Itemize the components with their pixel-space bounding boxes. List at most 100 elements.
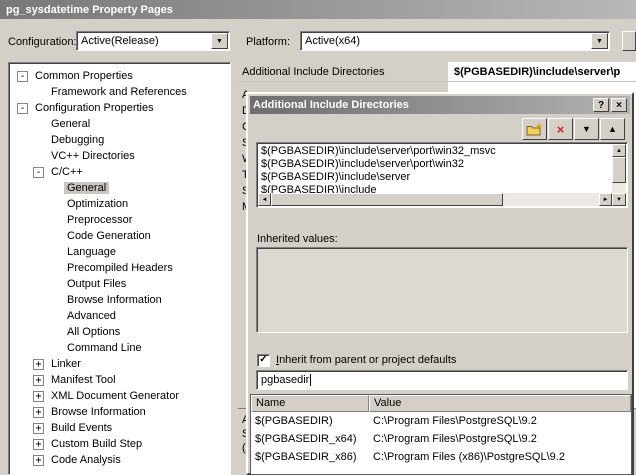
close-button[interactable]: × [611, 98, 627, 112]
tree-expand-icon[interactable]: + [33, 390, 44, 402]
tree-item[interactable]: Advanced [9, 308, 230, 324]
macro-value: C:\Program Files\PostgreSQL\9.2 [373, 415, 537, 427]
tree-item[interactable]: + Build Events [9, 420, 230, 436]
tree-item[interactable]: - Configuration Properties [9, 100, 230, 116]
dialog-toolbar: × ▼ ▲ [522, 118, 625, 140]
tree-item-label: Code Generation [67, 230, 151, 242]
property-row-value: $(PGBASEDIR)\include\server\p [454, 65, 621, 78]
tree-item-label: Custom Build Step [51, 438, 143, 450]
tree-item[interactable]: Output Files [9, 276, 230, 292]
arrow-down-icon: ▼ [582, 123, 591, 134]
vertical-scrollbar[interactable]: ▲ ▼ [612, 144, 626, 206]
directory-input[interactable]: pgbasedir [256, 370, 628, 390]
window-titlebar[interactable]: pg_sysdatetime Property Pages [0, 0, 636, 19]
directory-input-value: pgbasedir [261, 374, 310, 386]
tree-expand-icon[interactable]: + [33, 422, 44, 434]
delete-button[interactable]: × [548, 118, 573, 140]
tree-item[interactable]: Framework and References [9, 84, 230, 100]
scroll-right-icon: ► [602, 196, 609, 203]
list-item[interactable]: $(PGBASEDIR)\include\server\port\win32 [259, 158, 612, 171]
scroll-left-button[interactable]: ◄ [258, 193, 271, 206]
help-button[interactable]: ? [593, 98, 609, 112]
tree-item-label: Output Files [67, 278, 127, 290]
tree-expand-icon[interactable]: + [33, 374, 44, 386]
tree-item[interactable]: - Common Properties [9, 68, 230, 84]
tree-item[interactable]: Preprocessor [9, 212, 230, 228]
scroll-right-button[interactable]: ► [599, 193, 612, 206]
tree-expand-icon[interactable]: + [33, 454, 44, 466]
tree-item[interactable]: VC++ Directories [9, 148, 230, 164]
platform-value: Active(x64) [305, 35, 361, 47]
inherit-checkbox-label: Inherit from parent or project defaults [276, 354, 456, 366]
tree-item[interactable]: + Custom Build Step [9, 436, 230, 452]
new-folder-icon [526, 122, 543, 135]
inherited-values-box[interactable] [256, 247, 628, 333]
vertical-scrollbar-thumb[interactable] [612, 157, 626, 183]
window-title: pg_sysdatetime Property Pages [6, 3, 173, 16]
inherit-checkbox-row[interactable]: ✓ Inherit from parent or project default… [257, 353, 456, 367]
macro-name: $(PGBASEDIR_x64) [255, 433, 357, 445]
tree-expand-icon[interactable]: - [17, 70, 28, 82]
tree-expand-icon[interactable]: + [33, 358, 44, 370]
tree-item[interactable]: Precompiled Headers [9, 260, 230, 276]
macro-name: $(PGBASEDIR_x86) [255, 451, 357, 463]
dialog-titlebar[interactable]: Additional Include Directories ? × [250, 96, 630, 114]
tree-item[interactable]: + Browse Information [9, 404, 230, 420]
list-item[interactable]: $(PGBASEDIR)\include\server\port\win32_m… [259, 145, 612, 158]
new-line-button[interactable] [522, 118, 547, 140]
clipped-button[interactable] [622, 31, 636, 51]
chevron-down-icon[interactable]: ▼ [591, 33, 608, 49]
horizontal-scrollbar[interactable]: ◄ ► [258, 193, 612, 206]
tree-item[interactable]: Code Generation [9, 228, 230, 244]
tree-item[interactable]: Command Line [9, 340, 230, 356]
column-header-value[interactable]: Value [369, 395, 631, 412]
macro-value: C:\Program Files\PostgreSQL\9.2 [373, 433, 537, 445]
macro-row[interactable]: $(PGBASEDIR_x86) C:\Program Files (x86)\… [251, 448, 631, 466]
property-row[interactable]: Additional Include Directories $(PGBASED… [238, 62, 636, 82]
tree-item-label: Command Line [67, 342, 142, 354]
configuration-tree: - Common Properties Framework and Refere… [8, 62, 231, 475]
list-item[interactable]: $(PGBASEDIR)\include [259, 184, 612, 193]
tree-item[interactable]: General [9, 180, 230, 196]
list-item[interactable]: $(PGBASEDIR)\include\server [259, 171, 612, 184]
platform-select[interactable]: Active(x64) ▼ [300, 31, 610, 51]
inherit-checkbox[interactable]: ✓ [257, 353, 270, 367]
tree-item-label: Browse Information [67, 294, 162, 306]
tree-item-label: XML Document Generator [51, 390, 179, 402]
tree-item[interactable]: Debugging [9, 132, 230, 148]
tree-item[interactable]: + XML Document Generator [9, 388, 230, 404]
tree-item[interactable]: General [9, 116, 230, 132]
column-header-name[interactable]: Name [251, 395, 369, 412]
scroll-down-button[interactable]: ▼ [612, 193, 626, 206]
tree-expand-icon[interactable]: + [33, 438, 44, 450]
tree-item[interactable]: + Code Analysis [9, 452, 230, 468]
tree-item[interactable]: Browse Information [9, 292, 230, 308]
move-up-button[interactable]: ▲ [600, 118, 625, 140]
tree-expand-icon[interactable]: - [17, 102, 28, 114]
tree-item-label: All Options [67, 326, 121, 338]
tree-item-label: Code Analysis [51, 454, 121, 466]
include-directories-list: $(PGBASEDIR)\include\server\port\win32_m… [256, 142, 628, 208]
tree-item-label: Framework and References [51, 86, 187, 98]
tree-item[interactable]: All Options [9, 324, 230, 340]
tree-item[interactable]: Language [9, 244, 230, 260]
horizontal-scrollbar-thumb[interactable] [271, 193, 503, 206]
close-icon: × [616, 99, 622, 111]
macro-name: $(PGBASEDIR) [255, 415, 333, 427]
configuration-label: Configuration: [8, 36, 77, 48]
chevron-down-icon[interactable]: ▼ [211, 33, 228, 49]
tree-expand-icon[interactable]: + [33, 406, 44, 418]
scroll-up-icon: ▲ [616, 147, 622, 154]
move-down-button[interactable]: ▼ [574, 118, 599, 140]
scroll-up-button[interactable]: ▲ [612, 144, 626, 157]
tree-item[interactable]: - C/C++ [9, 164, 230, 180]
tree-item-label: Precompiled Headers [67, 262, 173, 274]
configuration-select[interactable]: Active(Release) ▼ [76, 31, 230, 51]
tree-expand-icon[interactable]: - [33, 166, 44, 178]
tree-item[interactable]: + Linker [9, 356, 230, 372]
tree-item[interactable]: Optimization [9, 196, 230, 212]
tree-item-label: Configuration Properties [35, 102, 154, 114]
macro-row[interactable]: $(PGBASEDIR_x64) C:\Program Files\Postgr… [251, 430, 631, 448]
macro-row[interactable]: $(PGBASEDIR) C:\Program Files\PostgreSQL… [251, 412, 631, 430]
tree-item[interactable]: + Manifest Tool [9, 372, 230, 388]
